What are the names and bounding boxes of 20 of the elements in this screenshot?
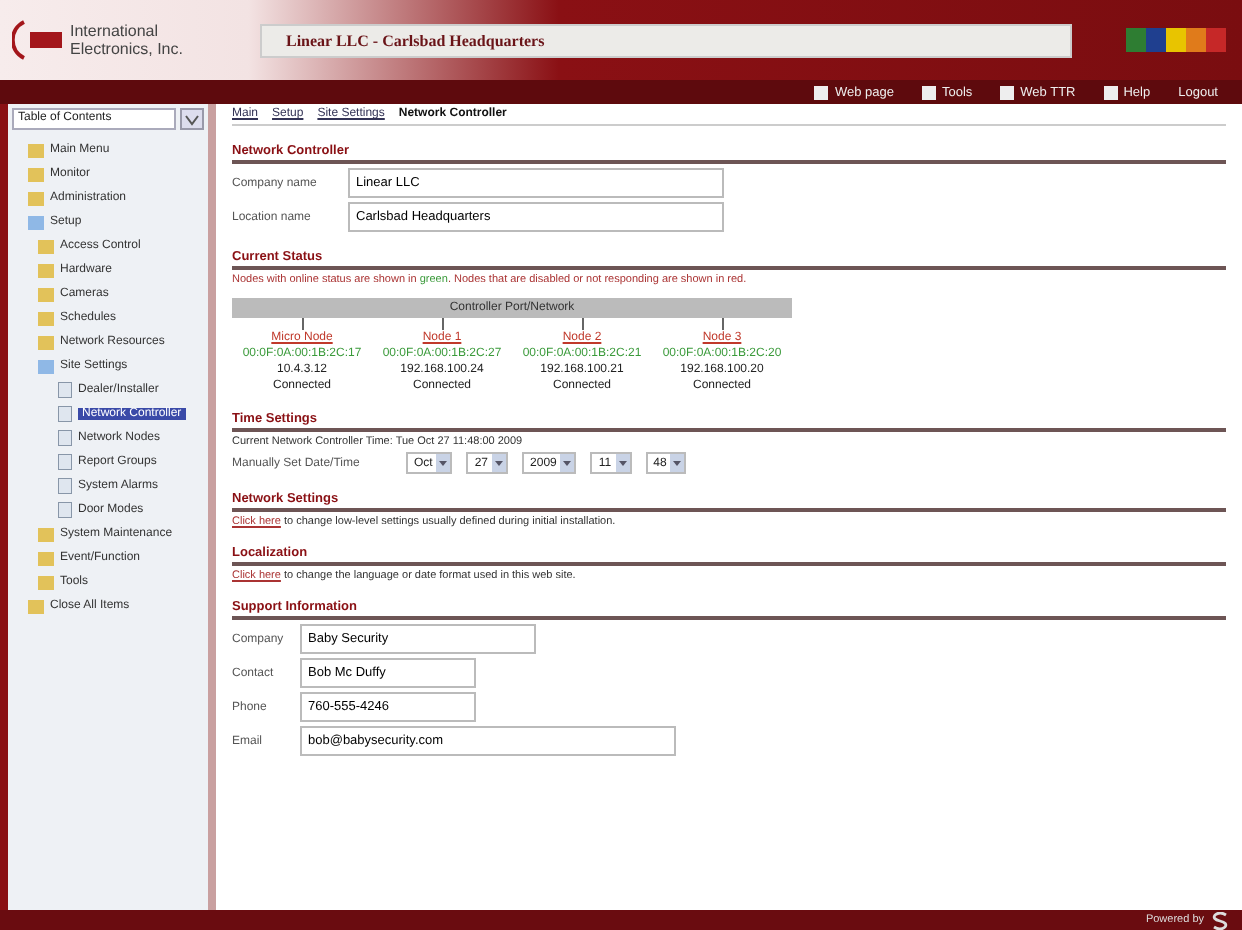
brand-name: International [70, 22, 161, 40]
caret-icon [615, 454, 630, 473]
nav-icon [921, 85, 936, 99]
caret-icon [560, 454, 575, 473]
caret-icon [670, 454, 685, 473]
s-logo-icon [1210, 911, 1230, 929]
nav-icon [1103, 85, 1118, 99]
nav-icon [1000, 85, 1015, 99]
color-bars-icon [1126, 28, 1226, 52]
nav-icon [814, 85, 829, 99]
collapse-button[interactable] [180, 108, 204, 130]
logo-icon [12, 18, 64, 62]
brand-name: Electronics, Inc. [70, 40, 183, 58]
connector-line [441, 318, 443, 331]
connector-line [721, 318, 723, 331]
caret-icon [436, 454, 451, 473]
window-title: Linear LLC - Carlsbad Headquarters [260, 23, 1072, 57]
connector-line [581, 318, 583, 331]
connector-line [301, 318, 303, 331]
caret-icon [492, 454, 507, 473]
